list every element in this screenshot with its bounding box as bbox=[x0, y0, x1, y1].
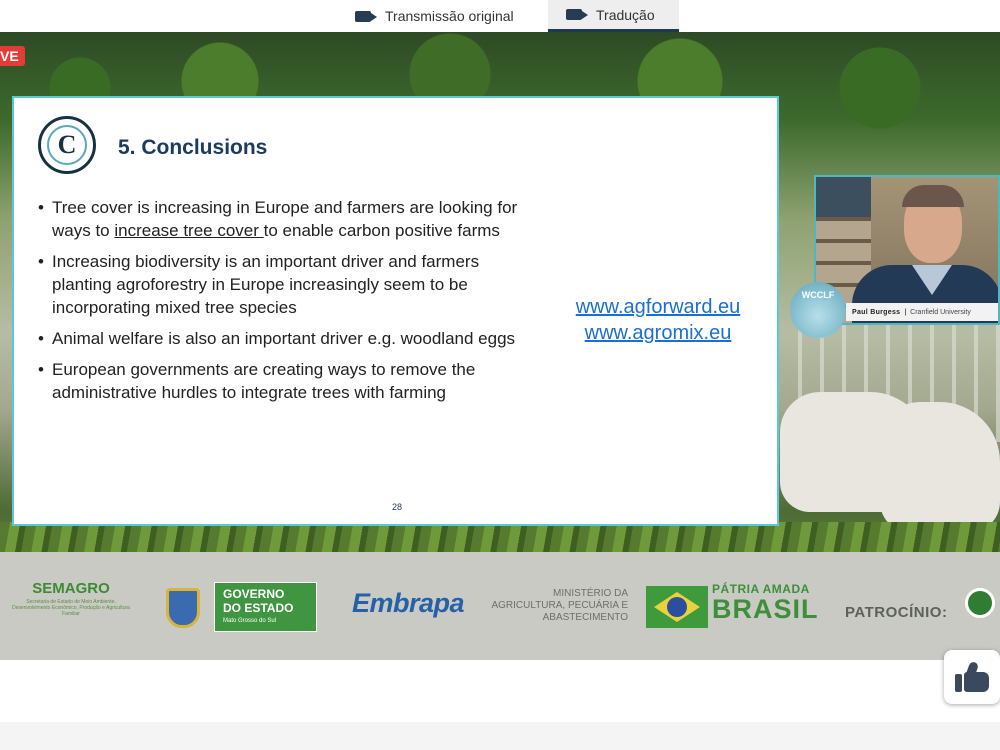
thumbs-up-icon bbox=[955, 660, 989, 692]
patria-amada-logo: PÁTRIA AMADA BRASIL bbox=[712, 582, 819, 624]
link-agromix[interactable]: www.agromix.eu bbox=[564, 320, 752, 346]
semagro-logo: SEMAGRO Secretaria de Estado de Meio Amb… bbox=[12, 580, 130, 617]
brazil-flag-icon bbox=[646, 586, 708, 628]
event-logo: WCCLF bbox=[790, 282, 846, 338]
presentation-slide: C 5. Conclusions Tree cover is increasin… bbox=[12, 96, 779, 526]
background-grass bbox=[0, 522, 1000, 552]
speaker-organization: Cranfield University bbox=[910, 308, 971, 316]
tab-label: Tradução bbox=[596, 6, 655, 23]
speaker-hair bbox=[902, 185, 964, 207]
bullet-item: Increasing biodiversity is an important … bbox=[38, 250, 538, 319]
tab-original-transmission[interactable]: Transmissão original bbox=[355, 0, 514, 32]
video-camera-icon bbox=[566, 9, 588, 20]
video-player[interactable]: VE C 5. Conclusions Tree cover is increa… bbox=[0, 32, 1000, 660]
sponsor-logo-icon bbox=[965, 588, 995, 618]
live-badge: VE bbox=[0, 46, 25, 66]
slide-title: 5. Conclusions bbox=[118, 136, 268, 159]
tab-translation[interactable]: Tradução bbox=[548, 0, 679, 32]
underlined-phrase: increase tree cover bbox=[114, 221, 264, 240]
embrapa-logo: Embrapa bbox=[352, 588, 465, 618]
tab-label: Transmissão original bbox=[385, 8, 514, 24]
background-cattle bbox=[880, 402, 1000, 532]
link-agforward[interactable]: www.agforward.eu bbox=[564, 294, 752, 320]
sponsorship-label: PATROCÍNIO: bbox=[845, 604, 948, 621]
bottom-strip bbox=[0, 722, 1000, 750]
like-button[interactable] bbox=[944, 650, 1000, 704]
logo-letter: C bbox=[47, 125, 87, 165]
video-camera-icon bbox=[355, 10, 377, 22]
cranfield-logo: C bbox=[38, 116, 96, 174]
bullet-item: European governments are creating ways t… bbox=[38, 358, 538, 404]
bullet-list: Tree cover is increasing in Europe and f… bbox=[38, 196, 538, 412]
bullet-item: Animal welfare is also an important driv… bbox=[38, 327, 538, 350]
nameplate-separator: | bbox=[904, 308, 907, 316]
bullet-item: Tree cover is increasing in Europe and f… bbox=[38, 196, 538, 242]
ministerio-logo: MINISTÉRIO DA AGRICULTURA, PECUÁRIA E AB… bbox=[491, 588, 628, 623]
top-tab-bar: Transmissão original Tradução bbox=[0, 0, 1000, 33]
state-crest-icon bbox=[166, 588, 200, 628]
slide-links: www.agforward.eu www.agromix.eu bbox=[564, 294, 752, 346]
governo-logo: GOVERNO DO ESTADO Mato Grosso do Sul bbox=[214, 582, 317, 632]
slide-page-number: 28 bbox=[392, 502, 403, 512]
speaker-name: Paul Burgess bbox=[852, 308, 901, 316]
speaker-nameplate: Paul Burgess | Cranfield University bbox=[846, 303, 998, 321]
sponsor-bar: SEMAGRO Secretaria de Estado de Meio Amb… bbox=[0, 552, 1000, 660]
